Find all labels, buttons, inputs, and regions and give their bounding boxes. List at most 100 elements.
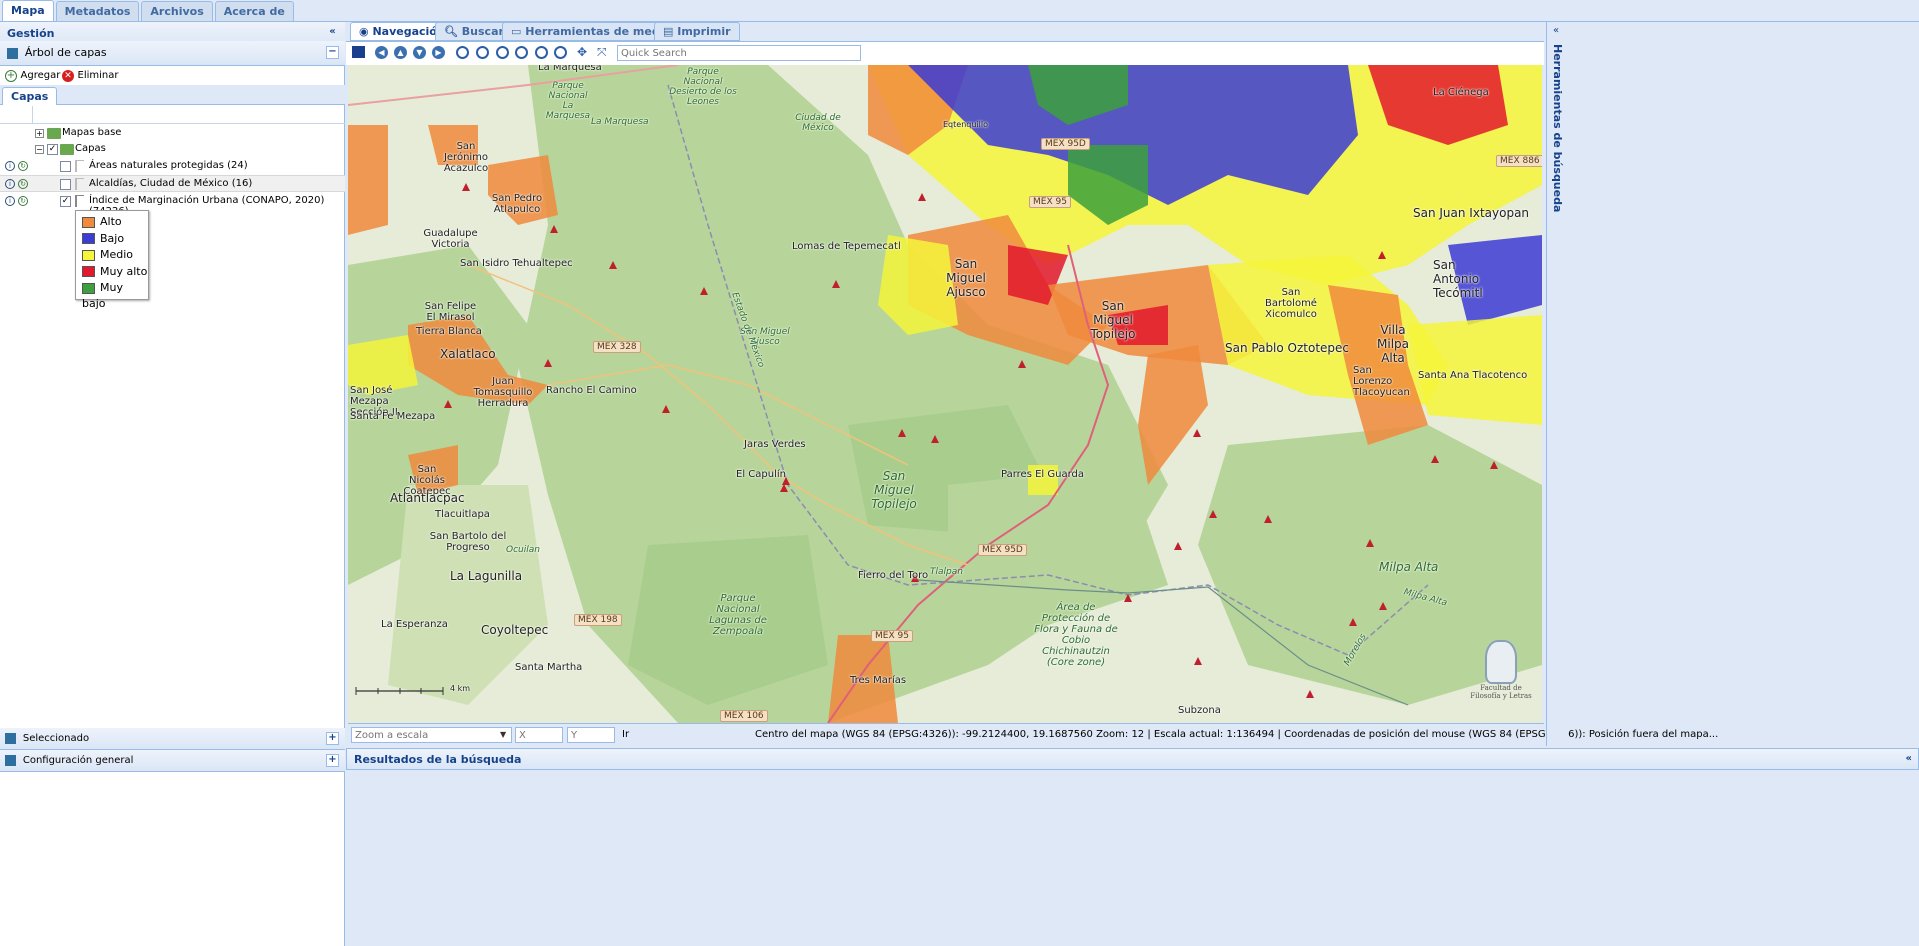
up-icon[interactable]: ▲ bbox=[394, 46, 407, 59]
map-label: San Lorenzo Tlacoyucan bbox=[1353, 365, 1410, 398]
expand-icon[interactable]: + bbox=[35, 129, 44, 138]
tab-metadatos[interactable]: Metadatos bbox=[55, 1, 140, 21]
map-label: San Miguel Ajusco bbox=[946, 257, 986, 299]
x-coordinate-input[interactable] bbox=[515, 727, 563, 743]
collapse-left-icon[interactable]: « bbox=[326, 27, 339, 40]
quick-search-input[interactable] bbox=[617, 45, 861, 61]
map-label: Xalatlaco bbox=[440, 347, 496, 361]
layers-checkbox[interactable]: ✓ bbox=[47, 144, 58, 155]
zoom-previous-icon[interactable] bbox=[535, 46, 548, 59]
status-bar: ▼ Ir Centro del mapa (WGS 84 (EPSG:4326)… bbox=[348, 723, 1718, 745]
tab-mapa[interactable]: Mapa bbox=[2, 0, 54, 21]
layers-tab-strip: Capas bbox=[0, 85, 345, 105]
go-button[interactable]: Ir bbox=[622, 729, 629, 740]
map-status-info: Centro del mapa (WGS 84 (EPSG:4326)): -9… bbox=[755, 729, 1719, 740]
remove-layer-button[interactable]: ✕ Eliminar bbox=[62, 68, 118, 86]
map-label: Coyoltepec bbox=[481, 623, 549, 637]
highway-shield: MEX 328 bbox=[593, 341, 641, 353]
selected-panel-header[interactable]: Seleccionado + bbox=[0, 728, 345, 750]
expand-results-icon[interactable]: « bbox=[1906, 753, 1912, 764]
tree-label-layers: Capas bbox=[75, 143, 106, 154]
zoom-extent-icon[interactable] bbox=[515, 46, 528, 59]
logo-text: Facultad de Filosofía y Letras bbox=[1470, 684, 1532, 700]
search-tools-panel[interactable]: « Herramientas de búsqueda bbox=[1546, 22, 1568, 746]
map-label: La Esperanza bbox=[381, 619, 448, 630]
remove-icon: ✕ bbox=[62, 70, 74, 82]
legend-swatch bbox=[82, 266, 95, 277]
highway-shield: MEX 95D bbox=[1041, 138, 1090, 150]
map-label: Santa Martha bbox=[515, 662, 583, 673]
refresh-icon[interactable]: ↻ bbox=[18, 196, 28, 206]
expand-right-icon[interactable]: « bbox=[1553, 25, 1559, 36]
legend-swatch bbox=[82, 233, 95, 244]
refresh-icon[interactable]: ↻ bbox=[18, 161, 28, 171]
map-label: Eqtenquillo bbox=[943, 120, 988, 129]
folder-icon bbox=[60, 144, 74, 155]
map-canvas[interactable]: La Marquesa Parque Nacional Desierto de … bbox=[348, 65, 1542, 723]
layer-checkbox[interactable]: ✓ bbox=[60, 196, 71, 207]
layer-tree-icon bbox=[7, 47, 18, 59]
tab-acerca-de[interactable]: Acerca de bbox=[214, 1, 294, 21]
layer-icon bbox=[75, 178, 84, 190]
layer-checkbox[interactable] bbox=[60, 179, 71, 190]
uk-flag-icon[interactable] bbox=[352, 46, 365, 58]
back-icon[interactable]: ◀ bbox=[375, 46, 388, 59]
selected-title: Seleccionado bbox=[22, 733, 90, 744]
config-icon bbox=[5, 754, 16, 766]
add-layer-button[interactable]: + Agregar bbox=[5, 68, 60, 86]
collapse-layer-tree-icon[interactable]: − bbox=[326, 46, 339, 59]
legend-swatch bbox=[82, 216, 95, 228]
layer-tree-header: Árbol de capas − bbox=[0, 41, 345, 66]
chevron-down-icon[interactable]: ▼ bbox=[500, 730, 506, 739]
pan-icon[interactable]: ✥ bbox=[577, 45, 587, 59]
tree-column-header bbox=[0, 106, 345, 124]
zoom-box-icon[interactable] bbox=[496, 46, 509, 59]
down-icon[interactable]: ▼ bbox=[413, 46, 426, 59]
search-results-panel[interactable]: Resultados de la búsqueda « bbox=[346, 748, 1919, 770]
layer-checkbox[interactable] bbox=[60, 161, 71, 172]
map-label: San Pedro Atlapulco bbox=[491, 193, 543, 215]
zoom-scale-select[interactable] bbox=[351, 727, 512, 743]
map-label: Subzona bbox=[1178, 705, 1221, 716]
forward-icon[interactable]: ▶ bbox=[432, 46, 445, 59]
highway-shield: MEX 198 bbox=[574, 614, 622, 626]
selected-icon bbox=[5, 732, 16, 744]
map-label: Tres Marías bbox=[850, 675, 907, 686]
tree-label-base-maps: Mapas base bbox=[62, 127, 122, 138]
layer-row-marginacion[interactable]: i ↻ ✓ Índice de Marginación Urbana (CONA… bbox=[0, 193, 345, 217]
tab-imprimir[interactable]: ▤ Imprimir bbox=[654, 22, 740, 41]
tab-capas[interactable]: Capas bbox=[2, 87, 58, 105]
y-coordinate-input[interactable] bbox=[567, 727, 615, 743]
highway-shield: MEX 106 bbox=[720, 710, 768, 722]
tree-node-layers[interactable]: − ✓ Capas bbox=[0, 141, 345, 158]
highway-shield: MEX 886 bbox=[1496, 155, 1542, 167]
map-label: Ocuilan bbox=[506, 545, 540, 555]
tab-archivos[interactable]: Archivos bbox=[141, 1, 213, 21]
map-label: San Bartolo del Progreso bbox=[429, 531, 507, 553]
layer-row-alcaldias[interactable]: i ↻ Alcaldías, Ciudad de México (16) bbox=[0, 175, 345, 192]
map-label: San Jerónimo Acazulco bbox=[443, 141, 489, 174]
tree-node-base-maps[interactable]: + Mapas base bbox=[0, 125, 345, 142]
refresh-icon[interactable]: ↻ bbox=[18, 179, 28, 189]
config-panel-header[interactable]: Configuración general + bbox=[0, 750, 345, 772]
marginacion-alto bbox=[348, 125, 388, 235]
zoom-next-icon[interactable] bbox=[554, 46, 567, 59]
zoom-out-icon[interactable] bbox=[476, 46, 489, 59]
map-label: Atlantlacpac bbox=[390, 491, 465, 505]
expand-config-icon[interactable]: + bbox=[326, 754, 339, 767]
add-label: Agregar bbox=[20, 70, 61, 81]
identify-icon[interactable]: ⤧ bbox=[597, 45, 607, 60]
map-label: Lomas de Tepemecatl bbox=[792, 241, 901, 252]
map-label: Milpa Alta bbox=[1379, 560, 1439, 574]
expand-selected-icon[interactable]: + bbox=[326, 732, 339, 745]
info-icon[interactable]: i bbox=[5, 196, 15, 206]
map-label: Santa Fe Mezapa bbox=[350, 411, 436, 422]
zoom-in-icon[interactable] bbox=[456, 46, 469, 59]
collapse-icon[interactable]: − bbox=[35, 145, 44, 154]
map-label: Parres El Guarda bbox=[1001, 469, 1084, 480]
search-tools-title: Herramientas de búsqueda bbox=[1551, 44, 1564, 213]
info-icon[interactable]: i bbox=[5, 179, 15, 189]
info-icon[interactable]: i bbox=[5, 161, 15, 171]
map-label: Ciudad de México bbox=[795, 113, 841, 133]
layer-row-areas-naturales[interactable]: i ↻ Áreas naturales protegidas (24) bbox=[0, 158, 345, 175]
